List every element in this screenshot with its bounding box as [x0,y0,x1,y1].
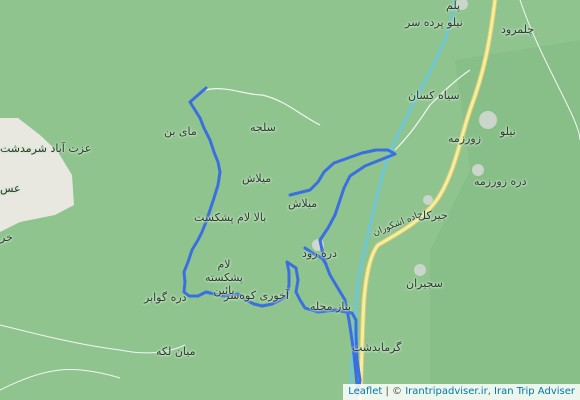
label-siah-kesan: سیاه کسان [408,89,460,102]
label-nilo-pardeh-sar: نیلو پرده سر [405,16,463,29]
attribution-bar: Leaflet | © Irantripadviser.ir, Iran Tri… [343,384,580,400]
label-bala-lam-pashkast: بالا لام پشکست [194,211,267,224]
label-palm: پلم [446,0,461,12]
site-link[interactable]: Irantripadviser.ir [405,386,487,397]
label-milash-2: میلاش [288,197,318,210]
label-nilo: نیلو [500,125,516,138]
label-edge-2: خر [0,231,13,244]
leaflet-link[interactable]: Leaflet [348,386,382,397]
map-canvas[interactable]: چلمرود نیلو پرده سر پلم سیاه کسان نیلو ز… [0,0,580,400]
label-bonaz-mahalleh: بناز محله [310,300,352,313]
label-chalmarud: چلمرود [501,23,535,36]
settlement-jirkol [423,195,433,205]
label-garmabdasht: گرمابدشت [352,341,402,354]
label-mian-lakeh: میان لکه [156,345,196,358]
label-milash-1: میلاش [242,172,272,185]
label-dareh-zoorzameh: دره زورزمه [474,175,527,188]
label-saleh: سلجه [250,121,276,134]
label-sajiran: سجیران [406,277,443,290]
label-mai-bon: مای بن [164,125,197,138]
settlement-sajiran [414,264,426,276]
label-dareh-rud: دره رود [302,247,337,260]
track-lower-left [0,369,121,391]
attribution-separator: | © [382,386,406,397]
open-terrain-patch [0,118,74,232]
settlement-nilo [479,111,497,129]
track-top [204,88,321,126]
label-ezzatabad: عزت آباد شرمدشت [0,142,92,155]
iran-trip-adviser-link[interactable]: Iran Trip Adviser [494,386,575,397]
label-akhori-kohsar: آخوری کوه‌سر [224,289,289,302]
label-edge-1: عس [0,182,21,195]
label-dereh-govabar: دره گوابر [144,291,187,304]
label-zoorzameh: زورزمه [448,132,482,145]
